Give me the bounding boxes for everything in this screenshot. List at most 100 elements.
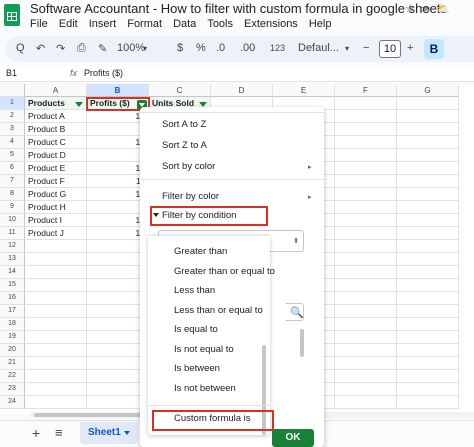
empty-cell[interactable] bbox=[335, 149, 397, 162]
empty-cell[interactable] bbox=[397, 110, 459, 123]
row-header-14[interactable]: 14 bbox=[0, 266, 25, 279]
empty-cell[interactable] bbox=[335, 357, 397, 370]
menu-insert[interactable]: Insert bbox=[89, 18, 117, 32]
empty-cell[interactable] bbox=[25, 370, 87, 383]
empty-cell[interactable] bbox=[25, 266, 87, 279]
empty-cell[interactable] bbox=[25, 305, 87, 318]
undo-icon[interactable]: ↶ bbox=[36, 42, 45, 55]
empty-cell[interactable] bbox=[335, 331, 397, 344]
row-header-19[interactable]: 19 bbox=[0, 331, 25, 344]
row-header-11[interactable]: 11 bbox=[0, 227, 25, 240]
empty-cell[interactable] bbox=[397, 188, 459, 201]
increase-font-size-button[interactable]: + bbox=[407, 42, 413, 54]
row-header-4[interactable]: 4 bbox=[0, 136, 25, 149]
empty-cell[interactable] bbox=[335, 110, 397, 123]
empty-cell[interactable] bbox=[335, 97, 397, 110]
empty-cell[interactable] bbox=[335, 188, 397, 201]
increase-decimal-button[interactable]: .00 bbox=[240, 42, 255, 54]
table-cell[interactable]: Product A bbox=[25, 110, 87, 123]
empty-cell[interactable] bbox=[335, 227, 397, 240]
sort-a-to-z-item[interactable]: Sort A to Z bbox=[162, 119, 206, 130]
empty-cell[interactable] bbox=[397, 396, 459, 409]
column-header-b[interactable]: B bbox=[87, 84, 149, 97]
cloud-status-icon[interactable]: ⛅ bbox=[436, 2, 450, 15]
scroll-thumb[interactable] bbox=[34, 413, 154, 417]
empty-cell[interactable] bbox=[335, 162, 397, 175]
empty-cell[interactable] bbox=[25, 357, 87, 370]
empty-cell[interactable] bbox=[335, 136, 397, 149]
empty-cell[interactable] bbox=[25, 279, 87, 292]
search-icon[interactable]: 🔍 bbox=[290, 306, 304, 319]
search-menus-icon[interactable]: Q bbox=[16, 42, 25, 54]
empty-cell[interactable] bbox=[335, 370, 397, 383]
decrease-font-size-button[interactable]: − bbox=[363, 42, 369, 54]
font-size-input[interactable]: 10 bbox=[379, 40, 401, 58]
empty-cell[interactable] bbox=[25, 331, 87, 344]
empty-cell[interactable] bbox=[335, 305, 397, 318]
star-icon[interactable]: ☆ bbox=[405, 2, 415, 15]
empty-cell[interactable] bbox=[397, 331, 459, 344]
empty-cell[interactable] bbox=[397, 201, 459, 214]
empty-cell[interactable] bbox=[397, 357, 459, 370]
column-header-c[interactable]: C bbox=[149, 84, 211, 97]
row-header-9[interactable]: 9 bbox=[0, 201, 25, 214]
decrease-decimal-button[interactable]: .0 bbox=[216, 42, 225, 54]
empty-cell[interactable] bbox=[397, 266, 459, 279]
table-cell[interactable]: Product H bbox=[25, 201, 87, 214]
menu-edit[interactable]: Edit bbox=[59, 18, 78, 32]
zoom-select[interactable]: 100% bbox=[117, 42, 145, 54]
empty-cell[interactable] bbox=[397, 253, 459, 266]
menu-file[interactable]: File bbox=[30, 18, 48, 32]
table-cell[interactable]: Product F bbox=[25, 175, 87, 188]
add-sheet-icon[interactable]: + bbox=[32, 425, 40, 441]
empty-cell[interactable] bbox=[335, 214, 397, 227]
sheet-tab-caret-icon[interactable] bbox=[124, 431, 130, 435]
row-header-7[interactable]: 7 bbox=[0, 175, 25, 188]
zoom-caret-icon[interactable]: ▾ bbox=[143, 44, 147, 53]
sheet-tab-sheet1[interactable]: Sheet1 bbox=[80, 422, 138, 444]
empty-cell[interactable] bbox=[25, 253, 87, 266]
table-cell[interactable]: Product D bbox=[25, 149, 87, 162]
column-header-g[interactable]: G bbox=[397, 84, 459, 97]
print-icon[interactable]: ⎙ bbox=[77, 42, 86, 55]
empty-cell[interactable] bbox=[335, 123, 397, 136]
empty-cell[interactable] bbox=[397, 279, 459, 292]
name-box[interactable]: B1 bbox=[6, 68, 17, 78]
empty-cell[interactable] bbox=[397, 344, 459, 357]
empty-cell[interactable] bbox=[397, 175, 459, 188]
sheets-logo-icon[interactable] bbox=[4, 4, 20, 26]
sort-z-to-a-item[interactable]: Sort Z to A bbox=[162, 140, 207, 151]
row-header-23[interactable]: 23 bbox=[0, 383, 25, 396]
empty-cell[interactable] bbox=[397, 240, 459, 253]
empty-cell[interactable] bbox=[397, 162, 459, 175]
all-sheets-icon[interactable]: ≡ bbox=[55, 425, 63, 440]
filter-by-color-item[interactable]: Filter by color bbox=[162, 191, 219, 202]
empty-cell[interactable] bbox=[335, 201, 397, 214]
sort-by-color-item[interactable]: Sort by color bbox=[162, 161, 215, 172]
empty-cell[interactable] bbox=[335, 396, 397, 409]
table-cell[interactable]: Product B bbox=[25, 123, 87, 136]
document-title[interactable]: Software Accountant - How to filter with… bbox=[30, 1, 447, 16]
empty-cell[interactable] bbox=[25, 344, 87, 357]
empty-cell[interactable] bbox=[335, 266, 397, 279]
values-scrollbar[interactable] bbox=[300, 329, 304, 357]
formula-input[interactable]: Profits ($) bbox=[84, 68, 123, 78]
menu-tools[interactable]: Tools bbox=[207, 18, 233, 32]
row-header-15[interactable]: 15 bbox=[0, 279, 25, 292]
select-all-corner[interactable] bbox=[0, 84, 25, 97]
row-header-20[interactable]: 20 bbox=[0, 344, 25, 357]
empty-cell[interactable] bbox=[335, 318, 397, 331]
redo-icon[interactable]: ↷ bbox=[56, 42, 65, 55]
table-cell[interactable]: Product E bbox=[25, 162, 87, 175]
table-cell[interactable]: Product C bbox=[25, 136, 87, 149]
empty-cell[interactable] bbox=[397, 136, 459, 149]
ok-button[interactable]: OK bbox=[272, 429, 314, 447]
empty-cell[interactable] bbox=[25, 240, 87, 253]
font-caret-icon[interactable]: ▾ bbox=[345, 44, 349, 53]
font-family-select[interactable]: Defaul... bbox=[298, 40, 348, 58]
menu-format[interactable]: Format bbox=[127, 18, 162, 32]
row-header-13[interactable]: 13 bbox=[0, 253, 25, 266]
condition-option[interactable]: Less than or equal to bbox=[174, 305, 263, 316]
empty-cell[interactable] bbox=[335, 344, 397, 357]
bold-button[interactable]: B bbox=[424, 39, 444, 59]
